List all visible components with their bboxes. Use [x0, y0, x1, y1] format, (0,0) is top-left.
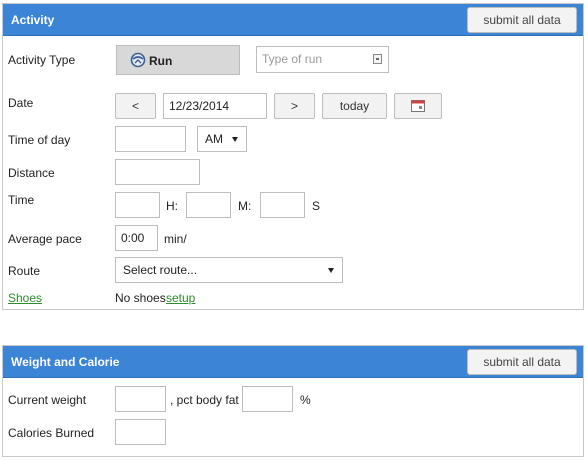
calendar-button[interactable] [394, 93, 442, 119]
time-of-day-input[interactable] [115, 126, 186, 152]
route-select[interactable]: Select route... [115, 257, 343, 283]
percent-symbol: % [300, 393, 311, 407]
hours-label: H: [166, 199, 178, 213]
time-seconds-input[interactable] [260, 192, 305, 218]
activity-type-label: Activity Type [8, 53, 76, 67]
body-fat-input[interactable] [242, 386, 293, 412]
route-dropdown-icon [328, 268, 334, 273]
distance-label: Distance [8, 166, 55, 180]
type-of-run-placeholder: Type of run [262, 52, 323, 66]
pct-body-fat-label: , pct body fat [170, 393, 239, 407]
activity-panel-header: Activity submit all data [3, 4, 583, 36]
current-weight-label: Current weight [8, 393, 87, 407]
activity-panel-title: Activity [11, 13, 55, 27]
no-shoes-text: No shoes [115, 291, 166, 305]
average-pace-label: Average pace [8, 232, 82, 246]
distance-input[interactable] [115, 159, 200, 185]
next-date-button[interactable]: > [274, 93, 315, 119]
activity-type-button[interactable]: Run [116, 45, 240, 75]
previous-date-button[interactable]: < [115, 93, 156, 119]
time-label: Time [8, 193, 35, 207]
am-pm-select[interactable]: AM [197, 126, 247, 152]
time-hours-input[interactable] [115, 192, 160, 218]
calories-burned-input[interactable] [115, 419, 166, 445]
type-of-run-input[interactable]: Type of run [256, 46, 389, 73]
weight-calorie-panel-title: Weight and Calorie [11, 355, 120, 369]
shoes-link[interactable]: Shoes [8, 291, 42, 305]
run-activity-icon [130, 52, 146, 68]
time-minutes-input[interactable] [186, 192, 231, 218]
minutes-label: M: [238, 199, 252, 213]
current-weight-input[interactable] [115, 386, 166, 412]
route-label: Route [8, 264, 41, 278]
weight-submit-all-button[interactable]: submit all data [467, 349, 577, 375]
activity-type-value: Run [149, 54, 173, 68]
time-of-day-label: Time of day [8, 133, 71, 147]
setup-shoes-link[interactable]: setup [166, 291, 195, 305]
calories-burned-label: Calories Burned [8, 426, 95, 440]
weight-calorie-panel-header: Weight and Calorie submit all data [3, 346, 583, 378]
calendar-icon [411, 100, 425, 112]
date-input[interactable]: 12/23/2014 [163, 93, 267, 119]
am-pm-dropdown-icon [232, 137, 238, 142]
route-select-value: Select route... [123, 263, 198, 277]
today-button[interactable]: today [322, 93, 387, 119]
average-pace-input[interactable]: 0:00 [115, 225, 158, 251]
am-pm-value: AM [205, 132, 223, 146]
pace-unit-label: min/ [164, 232, 187, 246]
spinner-icon[interactable] [373, 54, 382, 64]
date-label: Date [8, 96, 34, 110]
seconds-label: S [312, 199, 321, 213]
weight-calorie-panel: Weight and Calorie submit all data [2, 345, 584, 457]
activity-submit-all-button[interactable]: submit all data [467, 7, 577, 33]
